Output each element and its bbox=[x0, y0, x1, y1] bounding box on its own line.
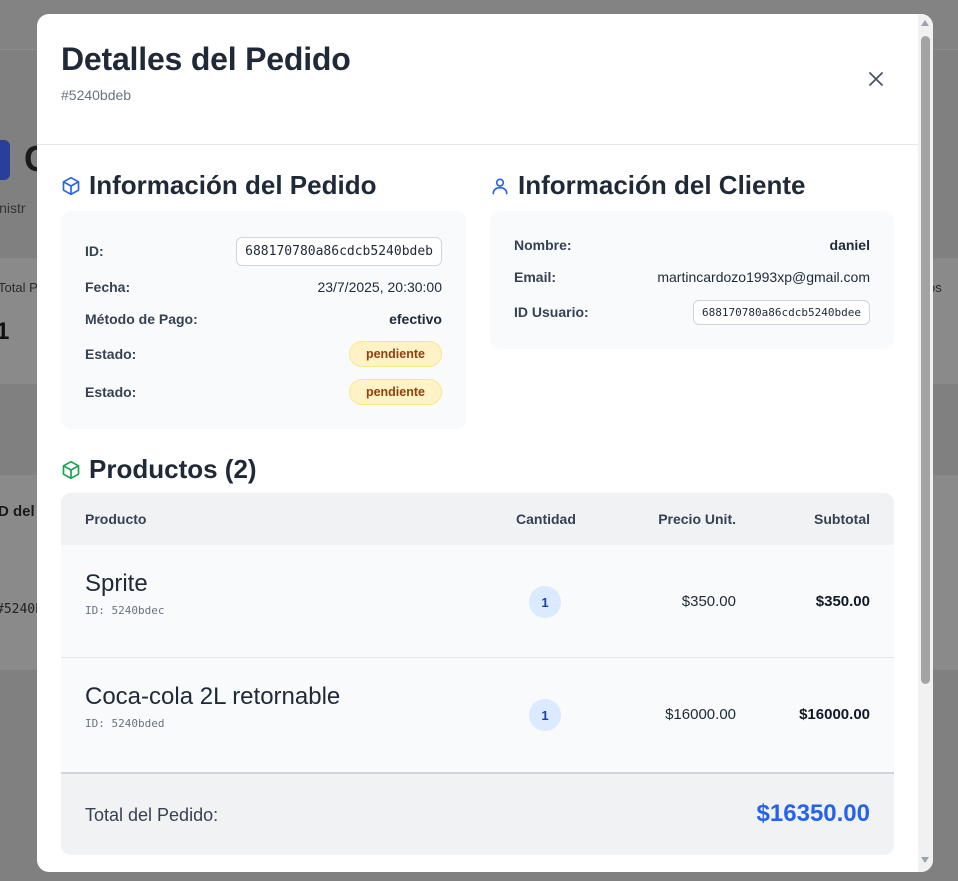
status-label-2: Estado: bbox=[85, 384, 137, 400]
client-name-row: Nombre: daniel bbox=[514, 235, 870, 255]
product-id: ID: 5240bdec bbox=[85, 604, 165, 617]
row-subtotal: $350.00 bbox=[815, 593, 870, 610]
products-table: Producto Cantidad Precio Unit. Subtotal … bbox=[61, 493, 894, 855]
order-date-value: 23/7/2025, 20:30:00 bbox=[317, 279, 442, 295]
unit-price: $350.00 bbox=[681, 593, 736, 610]
column-header-unit-price: Precio Unit. bbox=[658, 511, 736, 527]
status-row: Estado: pendiente bbox=[85, 341, 442, 367]
scrollbar-thumb[interactable] bbox=[921, 36, 930, 684]
order-total-row: Total del Pedido: $16350.00 bbox=[61, 772, 894, 855]
client-email-row: Email: martincardozo1993xp@gmail.com bbox=[514, 267, 870, 287]
status-badge-2: pendiente bbox=[348, 379, 442, 405]
client-name-label: Nombre: bbox=[514, 237, 572, 253]
products-title: Productos (2) bbox=[89, 454, 257, 484]
close-button[interactable] bbox=[863, 66, 889, 92]
order-id-value: 688170780a86cdcb5240bdeb bbox=[236, 236, 442, 266]
background-stat-value: 1 bbox=[0, 318, 10, 345]
order-info-title: Información del Pedido bbox=[89, 170, 377, 200]
background-logo bbox=[0, 140, 10, 180]
client-info-card: Nombre: daniel Email: martincardozo1993x… bbox=[490, 211, 894, 349]
client-info-heading: Información del Cliente bbox=[490, 170, 806, 201]
modal-order-ref: #5240bdeb bbox=[61, 87, 132, 103]
order-total-value: $16350.00 bbox=[756, 800, 870, 827]
table-row: Coca-cola 2L retornable ID: 5240bded 1 $… bbox=[61, 659, 894, 772]
client-email-label: Email: bbox=[514, 269, 557, 285]
products-heading: Productos (2) bbox=[61, 454, 257, 485]
client-user-id-label: ID Usuario: bbox=[514, 304, 589, 320]
box-icon bbox=[61, 460, 81, 480]
modal-header: Detalles del Pedido #5240bdeb bbox=[37, 14, 933, 145]
unit-price: $16000.00 bbox=[665, 706, 736, 723]
background-table-header: D del bbox=[0, 503, 35, 520]
order-info-card: ID: 688170780a86cdcb5240bdeb Fecha: 23/7… bbox=[61, 211, 466, 429]
status-row-2: Estado: pendiente bbox=[85, 379, 442, 405]
product-id: ID: 5240bded bbox=[85, 717, 165, 730]
client-email-value: martincardozo1993xp@gmail.com bbox=[657, 269, 870, 285]
product-name: Sprite bbox=[85, 570, 148, 597]
order-date-row: Fecha: 23/7/2025, 20:30:00 bbox=[85, 277, 442, 297]
order-info-heading: Información del Pedido bbox=[61, 170, 376, 201]
order-date-label: Fecha: bbox=[85, 279, 131, 295]
product-name: Coca-cola 2L retornable bbox=[85, 683, 341, 710]
box-icon bbox=[61, 176, 81, 196]
column-header-product: Producto bbox=[85, 511, 147, 527]
client-info-title: Información del Cliente bbox=[518, 170, 806, 200]
column-header-subtotal: Subtotal bbox=[814, 511, 870, 527]
payment-method-label: Método de Pago: bbox=[85, 311, 198, 327]
status-badge: pendiente bbox=[348, 341, 442, 367]
table-row: Sprite ID: 5240bdec 1 $350.00 $350.00 bbox=[61, 545, 894, 658]
order-id-label: ID: bbox=[85, 243, 104, 259]
client-user-id-value: 688170780a86cdcb5240bdee bbox=[693, 299, 870, 325]
close-icon bbox=[869, 72, 883, 86]
order-id-row: ID: 688170780a86cdcb5240bdeb bbox=[85, 235, 442, 267]
payment-method-value: efectivo bbox=[389, 311, 442, 327]
row-subtotal: $16000.00 bbox=[799, 706, 870, 723]
order-details-modal: Detalles del Pedido #5240bdeb Informació… bbox=[37, 14, 933, 872]
scroll-down-arrow-icon[interactable] bbox=[921, 857, 929, 863]
modal-title: Detalles del Pedido bbox=[61, 41, 351, 77]
status-label: Estado: bbox=[85, 346, 137, 362]
user-icon bbox=[490, 176, 510, 196]
quantity-badge: 1 bbox=[529, 699, 561, 731]
client-user-id-row: ID Usuario: 688170780a86cdcb5240bdee bbox=[514, 299, 870, 325]
products-table-header: Producto Cantidad Precio Unit. Subtotal bbox=[61, 493, 894, 545]
scroll-up-arrow-icon[interactable] bbox=[921, 20, 929, 26]
column-header-quantity: Cantidad bbox=[516, 511, 576, 527]
quantity-badge: 1 bbox=[529, 586, 561, 618]
order-total-label: Total del Pedido: bbox=[85, 805, 219, 825]
client-name-value: daniel bbox=[829, 237, 870, 253]
background-stat-label: Total P bbox=[0, 280, 38, 295]
background-subtitle: inistr bbox=[0, 200, 26, 216]
payment-method-row: Método de Pago: efectivo bbox=[85, 309, 442, 329]
